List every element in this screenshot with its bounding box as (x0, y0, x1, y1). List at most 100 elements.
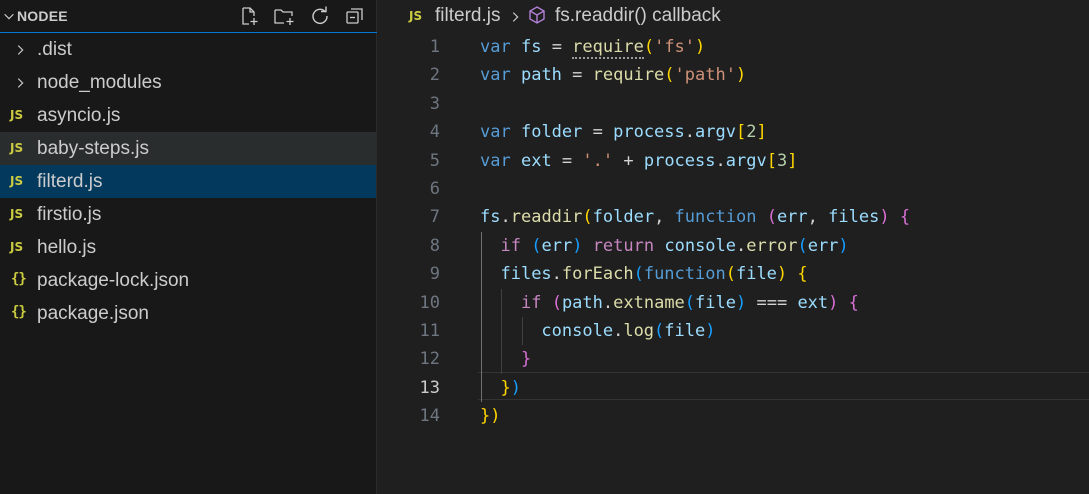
javascript-file-icon: JS (10, 108, 24, 122)
line-number: 13 (419, 377, 440, 398)
code-token: fs (520, 37, 542, 57)
tree-item-node-modules-folder[interactable]: node_modules (0, 66, 376, 99)
code-token: file (664, 321, 706, 341)
code-token: return (592, 235, 655, 256)
chevron-right-icon (512, 12, 519, 22)
line-number: 12 (419, 349, 440, 370)
code-line[interactable]: var folder = process.argv[2] (480, 118, 767, 147)
code-token: ) (572, 235, 583, 256)
tree-item-filterd-js[interactable]: JS filterd.js (0, 165, 376, 198)
code-line[interactable]: var fs = require('fs') (480, 33, 705, 62)
code-token: . (684, 122, 696, 143)
code-line[interactable]: var ext = '.' + process.argv[3] (480, 147, 797, 176)
line-number: 1 (429, 37, 440, 57)
new-folder-button[interactable] (272, 4, 296, 28)
tree-item-label: filterd.js (37, 171, 103, 192)
code-token: extname (613, 292, 685, 313)
new-file-icon (242, 7, 258, 25)
tree-item-baby-steps-js[interactable]: JS baby-steps.js (0, 132, 376, 165)
code-token: , (654, 207, 675, 228)
code-token: ) (736, 292, 747, 313)
tree-item-label: hello.js (37, 237, 97, 258)
code-token: files (828, 207, 880, 228)
code-token: { (797, 264, 808, 285)
tree-item-firstio-js[interactable]: JS firstio.js (0, 198, 376, 231)
code-line[interactable]: files.forEach(function(file) { (480, 260, 808, 289)
code-token: . (736, 235, 747, 256)
code-line[interactable]: fs.readdir(folder, function (err, files)… (480, 203, 910, 232)
code-token: + (613, 150, 644, 171)
code-token: ) (776, 264, 788, 285)
code-line[interactable]: }) (480, 374, 521, 403)
explorer-header[interactable]: NODEE (0, 0, 377, 33)
code-line[interactable]: if (err) return console.error(err) (480, 232, 848, 261)
code-token: folder (520, 122, 583, 143)
code-line[interactable]: var path = require('path') (480, 61, 746, 90)
code-token: ( (654, 321, 665, 341)
tree-item-label: .dist (37, 39, 72, 60)
code-line[interactable]: console.log(file) (480, 317, 716, 346)
tree-item-asyncio-js[interactable]: JS asyncio.js (0, 99, 376, 132)
refresh-button[interactable] (308, 4, 332, 28)
line-number: 7 (429, 207, 440, 228)
indent-guide (521, 317, 523, 346)
code-token: 3 (776, 150, 788, 171)
code-token: require (592, 65, 665, 86)
code-token: ) (490, 406, 501, 427)
code-token: ( (531, 235, 542, 256)
code-token: ( (643, 37, 655, 57)
code-token: ) (828, 292, 839, 313)
tree-item-package-json[interactable]: {} package.json (0, 297, 376, 330)
code-token: ) (510, 377, 521, 398)
symbol-method-icon (529, 6, 545, 24)
tree-item-hello-js[interactable]: JS hello.js (0, 231, 376, 264)
breadcrumb-file[interactable]: filterd.js (435, 5, 500, 27)
code-token: process (613, 122, 685, 143)
new-file-button[interactable] (237, 4, 261, 28)
code-token: ( (766, 207, 777, 228)
code-token: ( (797, 235, 808, 256)
code-token: ) (705, 321, 716, 341)
code-token: err (776, 207, 808, 228)
code-token: if (500, 235, 521, 256)
code-token: argv (695, 122, 736, 143)
code-token: ext (520, 150, 552, 171)
code-editor[interactable]: 1 2 3 4 5 6 7 8 9 10 11 12 13 14 var fs = require('fs… (378, 33, 1089, 494)
code-token: ) (695, 37, 706, 57)
code-token: require (572, 37, 644, 59)
code-line[interactable]: if (path.extname(file) === ext) { (480, 289, 859, 318)
code-token: if (520, 292, 542, 313)
code-token: . (500, 207, 511, 228)
tree-item-label: node_modules (37, 72, 162, 93)
code-line[interactable]: } (480, 345, 531, 374)
code-token: { (848, 292, 859, 313)
code-token: ( (633, 264, 644, 285)
tree-item-dist-folder[interactable]: .dist (0, 33, 376, 66)
code-token: } (480, 406, 491, 427)
javascript-file-icon: JS (10, 174, 24, 188)
code-token: var (480, 65, 511, 86)
code-token: path (520, 65, 562, 86)
code-token: files (500, 264, 552, 285)
code-token: = (561, 65, 593, 86)
tree-item-package-lock-json[interactable]: {} package-lock.json (0, 264, 376, 297)
collapse-all-button[interactable] (343, 4, 367, 28)
code-line[interactable]: }) (480, 402, 501, 431)
code-token: var (480, 150, 511, 171)
chevron-down-icon[interactable] (2, 9, 16, 23)
code-token: fs (480, 207, 501, 228)
breadcrumb: JS filterd.js fs.readdir() callback (378, 0, 1089, 33)
current-line-highlight (478, 372, 1089, 400)
code-token: ) (735, 65, 747, 86)
code-token: path (561, 292, 603, 313)
breadcrumb-symbol[interactable]: fs.readdir() callback (555, 5, 721, 27)
